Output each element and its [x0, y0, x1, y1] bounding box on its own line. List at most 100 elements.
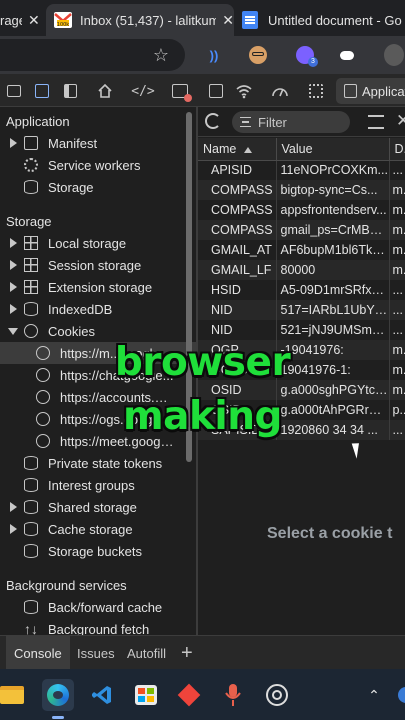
table-row[interactable]: COMPASSappsfrontendserv...m... [198, 200, 405, 220]
sidebar-item-interest-groups[interactable]: Interest groups [0, 474, 196, 496]
cookie-domain: ... [389, 280, 405, 300]
expand-arrow-icon[interactable] [10, 304, 17, 314]
obs-studio-icon[interactable] [261, 679, 293, 711]
tab-untitled-document[interactable]: Untitled document - Go [238, 4, 405, 36]
tab-application[interactable]: Applicat [336, 78, 405, 104]
refresh-icon[interactable] [205, 113, 221, 129]
memory-chip-icon[interactable] [305, 80, 327, 102]
column-header-domain[interactable]: D... [389, 138, 405, 161]
sidebar-item-label: Back/forward cache [48, 599, 163, 615]
dock-side-icon[interactable] [59, 80, 81, 102]
table-row[interactable]: GMAIL_ATAF6bupM1bl6TkC...m... [198, 240, 405, 260]
cookie-name: NID [198, 320, 277, 340]
sidebar-item-indexeddb[interactable]: IndexedDB [0, 298, 196, 320]
edge-browser-icon[interactable] [42, 679, 74, 711]
tab-inbox[interactable]: 100k Inbox (51,437) - lalitkum ✕ [46, 4, 234, 36]
extension-face-icon[interactable] [248, 45, 268, 65]
drawer-tab-console[interactable]: Console [6, 636, 70, 670]
sidebar-item-label: Service workers [48, 157, 141, 173]
bookmark-star-icon[interactable]: ☆ [151, 45, 171, 65]
clear-all-cookies-icon[interactable] [368, 115, 384, 129]
elements-icon[interactable]: </> [131, 80, 154, 102]
expand-arrow-icon[interactable] [10, 260, 17, 270]
microphone-icon[interactable] [217, 679, 249, 711]
vscode-icon[interactable] [86, 679, 118, 711]
column-header-value[interactable]: Value [276, 138, 390, 161]
sidebar-item-storage[interactable]: Storage [0, 176, 196, 198]
sidebar-item-service-workers[interactable]: Service workers [0, 154, 196, 176]
table-row[interactable]: COMPASSgmail_ps=CrMBA...m... [198, 220, 405, 240]
tab-label: Inbox (51,437) - lalitkum [80, 12, 217, 28]
svg-text:100k: 100k [57, 22, 70, 28]
select-cookie-message: Select a cookie t [267, 525, 393, 542]
file-icon [24, 136, 38, 150]
table-grid-icon [24, 258, 38, 272]
sidebar-item-storage-buckets[interactable]: Storage buckets [0, 540, 196, 562]
tab-label: Untitled document - Go [268, 12, 402, 28]
cookie-name: COMPASS [198, 200, 277, 220]
expand-arrow-icon[interactable] [10, 238, 17, 248]
sidebar-item-local-storage[interactable]: Local storage [0, 232, 196, 254]
profile-avatar-icon[interactable] [384, 44, 404, 66]
database-icon [24, 478, 38, 492]
sidebar-item-back-forward-cache[interactable]: Back/forward cache [0, 596, 196, 618]
cookie-domain: ... [389, 160, 405, 180]
table-row[interactable]: HSID A5-09D1mrSRfx8...... [198, 280, 405, 300]
extension-badge-icon[interactable]: 3 [295, 45, 318, 67]
browser-toolbar: ☆ )) 3 [0, 36, 405, 74]
cookie-value: 517=IARbL1UbYP... [276, 300, 390, 320]
sidebar-item-manifest[interactable]: Manifest [0, 132, 196, 154]
sidebar-item-label: Shared storage [48, 499, 137, 515]
inspect-element-icon[interactable] [3, 80, 25, 102]
video-caption-line: browser [114, 340, 291, 385]
table-row[interactable]: APISID 11eNOPrCOXKm...... [198, 160, 405, 180]
sidebar-item-cookies[interactable]: Cookies [0, 320, 196, 342]
sidebar-item-label: IndexedDB [48, 301, 113, 317]
add-drawer-tab-icon[interactable]: + [181, 642, 193, 665]
tab-application-label: Applicat [362, 83, 405, 99]
tab-label: rage [0, 12, 22, 28]
table-row[interactable]: NID 521=jNJ9UMSm7...... [198, 320, 405, 340]
sidebar-item-cache-storage[interactable]: Cache storage [0, 518, 196, 540]
collapse-arrow-icon[interactable] [8, 327, 18, 335]
device-toolbar-icon[interactable] [31, 80, 53, 102]
cloud-icon[interactable] [337, 45, 357, 65]
sidebar-item-private-state-tokens[interactable]: Private state tokens [0, 452, 196, 474]
cookie-filter-input[interactable]: Filter [232, 111, 350, 133]
home-icon[interactable] [94, 80, 116, 102]
table-row[interactable]: COMPASSbigtop-sync=Cs...m... [198, 180, 405, 200]
table-row[interactable]: NID 517=IARbL1UbYP...... [198, 300, 405, 320]
close-tab-icon[interactable]: ✕ [28, 12, 40, 29]
console-icon[interactable] [169, 80, 192, 102]
cookie-domain: m... [389, 180, 405, 200]
expand-arrow-icon[interactable] [10, 138, 17, 148]
delete-selected-icon[interactable]: ✕ [396, 111, 405, 131]
expand-arrow-icon[interactable] [10, 524, 17, 534]
drawer-tab-issues[interactable]: Issues [77, 636, 115, 670]
sidebar-item-background-fetch[interactable]: ↑↓ Background fetch [0, 618, 196, 636]
section-background-services-title: Background services [6, 578, 127, 593]
sidebar-item-extension-storage[interactable]: Extension storage [0, 276, 196, 298]
cookie-name: GMAIL_AT [198, 240, 277, 260]
column-header-name[interactable]: Name [198, 138, 277, 161]
cookie-icon [24, 324, 38, 338]
sources-icon[interactable] [205, 80, 227, 102]
tab-storage[interactable]: rage ✕ [0, 4, 46, 36]
sidebar-item-shared-storage[interactable]: Shared storage [0, 496, 196, 518]
performance-gauge-icon[interactable] [269, 80, 291, 102]
file-explorer-icon[interactable] [0, 679, 28, 711]
table-row[interactable]: GMAIL_LF80000m... [198, 260, 405, 280]
microsoft-store-icon[interactable] [130, 679, 162, 711]
system-tray-app-icon[interactable] [390, 679, 405, 711]
drawer-tab-autofill[interactable]: Autofill [127, 636, 166, 670]
anydesk-icon[interactable] [173, 679, 205, 711]
active-app-indicator [52, 716, 64, 719]
extension-wave-icon[interactable]: )) [204, 45, 224, 65]
close-tab-icon[interactable]: ✕ [222, 12, 234, 29]
expand-arrow-icon[interactable] [10, 502, 17, 512]
expand-arrow-icon[interactable] [10, 282, 17, 292]
sidebar-item-session-storage[interactable]: Session storage [0, 254, 196, 276]
cookie-domain: m... [389, 220, 405, 240]
network-wifi-icon[interactable] [233, 80, 255, 102]
system-tray-chevron-icon[interactable]: ⌃ [358, 679, 390, 711]
